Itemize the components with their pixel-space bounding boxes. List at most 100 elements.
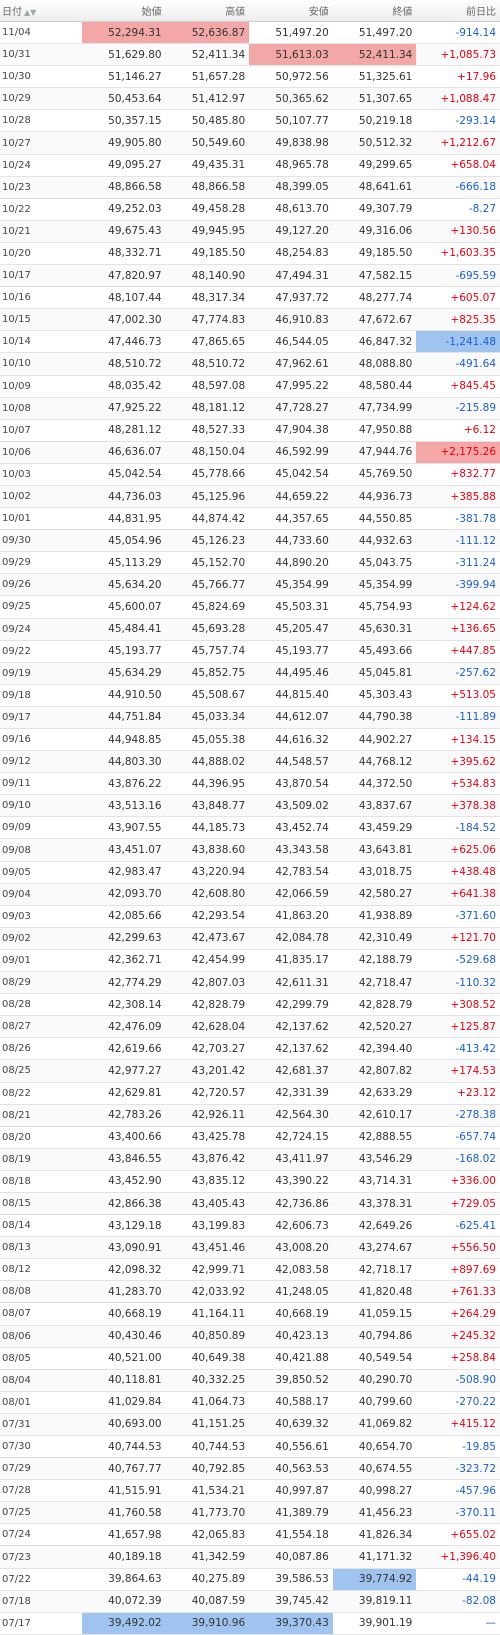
table-row: 10/31 51,629.80 52,411.34 51,613.03 52,411.3… [0,43,500,67]
cell-date: 08/27 [0,1015,82,1039]
cell-change: +385.88 [416,485,500,509]
table-row: 07/22 39,864.63 40,275.89 39,586.53 39,774.9… [0,1568,500,1591]
cell-date: 11/04 [0,21,82,45]
cell-close: 46,847.32 [332,330,417,354]
table-row: 07/28 41,515.91 41,534.21 40,997.87 40,998.2… [0,1479,500,1503]
table-row: 09/18 44,910.50 45,508.67 44,815.40 45,303.4… [0,684,500,707]
cell-open: 45,634.20 [82,573,166,597]
cell-date: 10/28 [0,109,82,133]
cell-low: 45,205.47 [249,618,333,641]
table-row: 10/20 48,332.71 49,185.50 48,254.83 49,185.5… [0,242,500,266]
cell-close: 42,718.47 [332,971,417,995]
cell-high: 47,865.65 [165,330,250,354]
cell-close: 49,299.65 [332,154,417,177]
cell-date: 08/06 [0,1325,82,1348]
cell-close: 47,582.15 [332,264,417,288]
table-row: 10/16 48,107.44 48,317.34 47,937.72 48,277.7… [0,286,500,310]
cell-close: 48,580.44 [332,375,417,398]
header-row: 日付 ▲▼ 始値 高値 安値 終値 前日比 [0,0,500,22]
cell-low: 47,904.38 [249,419,333,442]
cell-low: 44,495.46 [249,662,333,685]
cell-high: 42,828.79 [165,993,250,1017]
cell-open: 45,634.29 [82,662,166,685]
cell-high: 40,744.53 [165,1435,250,1459]
cell-date: 10/22 [0,198,82,221]
cell-date: 10/15 [0,308,82,332]
column-header-close[interactable]: 終値 [332,0,417,22]
cell-low: 44,548.57 [249,750,333,774]
table-row: 08/29 42,774.29 42,807.03 42,611.31 42,718.4… [0,971,500,995]
cell-high: 45,766.77 [165,573,250,597]
cell-high: 45,778.66 [165,463,250,486]
cell-low: 42,724.15 [249,1126,333,1149]
cell-change: +378.38 [416,794,500,818]
cell-date: 09/05 [0,861,82,884]
cell-date: 10/06 [0,441,82,464]
cell-close: 51,307.65 [332,87,417,111]
cell-open: 40,430.46 [82,1325,166,1348]
table-row: 09/29 45,113.29 45,152.70 44,890.20 45,043.7… [0,551,500,575]
cell-high: 48,510.72 [165,352,250,376]
cell-low: 51,497.20 [249,21,333,45]
cell-change: -381.78 [416,507,500,531]
column-header-low[interactable]: 安値 [249,0,333,22]
cell-high: 42,473.67 [165,927,250,950]
cell-open: 42,098.32 [82,1258,166,1282]
cell-high: 49,185.50 [165,242,250,266]
cell-open: 45,193.77 [82,640,166,663]
cell-date: 10/08 [0,397,82,420]
column-header-date-label: 日付 [2,7,22,18]
cell-change: +2,175.26 [416,441,500,464]
table-row: 09/25 45,600.07 45,824.69 45,503.31 45,754.9… [0,595,500,619]
cell-open: 48,332.71 [82,242,166,266]
table-row: 08/15 42,866.38 43,405.43 42,736.86 43,378.3… [0,1192,500,1216]
cell-open: 47,925.22 [82,397,166,420]
table-row: 08/22 42,629.81 42,720.57 42,331.39 42,633.2… [0,1082,500,1105]
table-row: 09/11 43,876.22 44,396.95 43,870.54 44,372.5… [0,772,500,796]
cell-change: -529.68 [416,949,500,973]
cell-change: — [416,1612,500,1635]
table-row: 07/17 39,492.02 39,910.96 39,370.43 39,901.1… [0,1612,500,1635]
cell-open: 43,452.90 [82,1170,166,1193]
table-row: 09/10 43,513.16 43,848.77 43,509.02 43,837.6… [0,794,500,818]
cell-high: 45,033.34 [165,706,250,730]
cell-change: +264.29 [416,1302,500,1326]
column-header-high-label: 高値 [225,7,246,18]
cell-open: 44,803.30 [82,750,166,774]
cell-open: 42,866.38 [82,1192,166,1216]
cell-low: 44,733.60 [249,529,333,553]
column-header-open[interactable]: 始値 [82,0,166,22]
cell-close: 44,902.27 [332,728,417,752]
cell-change: -413.42 [416,1037,500,1061]
table-row: 09/05 42,983.47 43,220.94 42,783.54 43,018.7… [0,861,500,884]
cell-high: 41,534.21 [165,1479,250,1503]
cell-close: 40,799.60 [332,1391,417,1414]
cell-close: 44,932.63 [332,529,417,553]
column-header-date[interactable]: 日付 ▲▼ [0,0,82,22]
cell-low: 39,586.53 [249,1568,333,1591]
table-row: 09/30 45,054.96 45,126.23 44,733.60 44,932.6… [0,529,500,553]
cell-open: 40,744.53 [82,1435,166,1459]
table-row: 10/07 48,281.12 48,527.33 47,904.38 47,950.8… [0,419,500,442]
column-header-change[interactable]: 前日比 [416,0,500,22]
table-row: 10/15 47,002.30 47,774.83 46,910.83 47,672.6… [0,308,500,332]
cell-high: 44,396.95 [165,772,250,796]
table-row: 08/06 40,430.46 40,850.89 40,423.13 40,794.8… [0,1325,500,1348]
table-row: 10/01 44,831.95 44,874.42 44,357.65 44,550.8… [0,507,500,531]
cell-date: 09/02 [0,927,82,950]
cell-open: 43,907.55 [82,816,166,840]
cell-low: 47,995.22 [249,375,333,398]
cell-date: 08/18 [0,1170,82,1193]
cell-high: 42,999.71 [165,1258,250,1282]
cell-low: 42,611.31 [249,971,333,995]
cell-close: 44,768.12 [332,750,417,774]
cell-date: 09/17 [0,706,82,730]
cell-close: 39,819.11 [332,1590,417,1613]
sort-arrows-icon[interactable]: ▲▼ [24,8,36,17]
cell-low: 40,423.13 [249,1325,333,1348]
cell-close: 43,274.67 [332,1236,417,1260]
column-header-high[interactable]: 高値 [165,0,250,22]
table-row: 09/04 42,093.70 42,608.80 42,066.59 42,580.2… [0,883,500,906]
table-row: 07/31 40,693.00 41,151.25 40,639.32 41,069.8… [0,1413,500,1437]
cell-close: 40,290.70 [332,1369,417,1392]
